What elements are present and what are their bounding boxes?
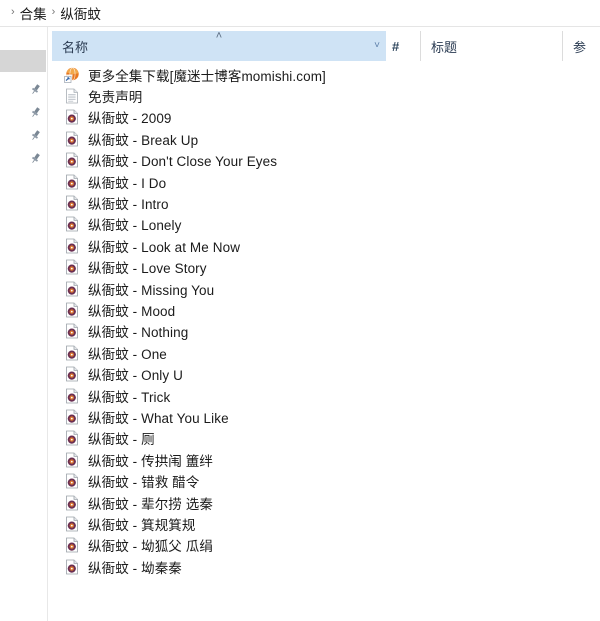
file-name: 纵衙蚊 - Intro xyxy=(88,197,169,213)
file-name: 纵衙蚊 - 辈尔捞 选秦 xyxy=(88,496,213,512)
file-name: 纵衙蚊 - 箕规箕规 xyxy=(88,517,196,533)
file-name: 纵衙蚊 - 传拱闱 簠绊 xyxy=(88,453,213,469)
audio-file-icon xyxy=(64,216,80,232)
file-name: 纵衙蚊 - Mood xyxy=(88,303,176,319)
list-item[interactable]: 纵衙蚊 - Missing You xyxy=(52,278,600,299)
audio-file-icon xyxy=(64,537,80,553)
breadcrumb[interactable]: › 合集 › 纵衙蚊 xyxy=(0,0,600,25)
list-item[interactable]: 纵衙蚊 - Break Up xyxy=(52,128,600,149)
audio-file-icon xyxy=(64,559,80,575)
sort-ascending-caret-icon: ˄ xyxy=(215,30,223,42)
breadcrumb-separator-2: › xyxy=(51,6,56,18)
column-header-title-label: 标题 xyxy=(431,39,458,55)
audio-file-icon xyxy=(64,109,80,125)
audio-file-icon xyxy=(64,195,80,211)
file-name: 纵衙蚊 - Only U xyxy=(88,368,183,384)
list-item[interactable]: 纵衙蚊 - Only U xyxy=(52,363,600,384)
file-name: 纵衙蚊 - 错救 醋令 xyxy=(88,475,200,491)
list-item[interactable]: 纵衙蚊 - 箕规箕规 xyxy=(52,513,600,534)
file-name: 纵衙蚊 - 坳狐父 瓜绢 xyxy=(88,539,213,555)
list-item[interactable]: 纵衙蚊 - Trick xyxy=(52,385,600,406)
file-name: 纵衙蚊 - Trick xyxy=(88,389,171,405)
list-item[interactable]: 纵衙蚊 - 传拱闱 簠绊 xyxy=(52,449,600,470)
file-name: 纵衙蚊 - Don't Close Your Eyes xyxy=(88,154,278,170)
pin-icon[interactable] xyxy=(29,83,42,96)
list-item[interactable]: 纵衙蚊 - 2009 xyxy=(52,107,600,128)
audio-file-icon xyxy=(64,345,80,361)
list-item[interactable]: 纵衙蚊 - What You Like xyxy=(52,406,600,427)
main-body: ˄ 名称 ˅ # 标题 参 更多全集下载[魔迷士博客momishi.com] 免… xyxy=(0,27,600,621)
audio-file-icon xyxy=(64,409,80,425)
list-item[interactable]: 纵衙蚊 - 厕 xyxy=(52,428,600,449)
pin-icon[interactable] xyxy=(29,106,42,119)
audio-file-icon xyxy=(64,366,80,382)
list-item[interactable]: 纵衙蚊 - One xyxy=(52,342,600,363)
list-item[interactable]: 纵衙蚊 - I Do xyxy=(52,171,600,192)
audio-file-icon xyxy=(64,281,80,297)
pin-icon[interactable] xyxy=(29,152,42,165)
breadcrumb-separator-1: › xyxy=(11,6,15,18)
list-item[interactable]: 免责声明 xyxy=(52,85,600,106)
file-name: 更多全集下载[魔迷士博客momishi.com] xyxy=(88,68,326,84)
audio-file-icon xyxy=(64,430,80,446)
nav-selected-item[interactable] xyxy=(0,50,46,72)
column-header-extra-label: 参 xyxy=(573,39,587,55)
file-name: 纵衙蚊 - Love Story xyxy=(88,261,207,277)
audio-file-icon xyxy=(64,131,80,147)
list-item[interactable]: 纵衙蚊 - 错救 醋令 xyxy=(52,470,600,491)
file-name: 纵衙蚊 - What You Like xyxy=(88,410,229,426)
column-header-title[interactable]: 标题 xyxy=(420,31,562,61)
file-name: 纵衙蚊 - Nothing xyxy=(88,325,189,341)
list-item[interactable]: 纵衙蚊 - 坳秦秦 xyxy=(52,556,600,577)
list-item[interactable]: 纵衙蚊 - Lonely xyxy=(52,214,600,235)
list-item[interactable]: 纵衙蚊 - 辈尔捞 选秦 xyxy=(52,492,600,513)
file-name: 纵衙蚊 - Lonely xyxy=(88,218,182,234)
audio-file-icon xyxy=(64,495,80,511)
audio-file-icon xyxy=(64,174,80,190)
list-item[interactable]: 纵衙蚊 - Look at Me Now xyxy=(52,235,600,256)
text-document-icon xyxy=(64,88,80,104)
file-list: 更多全集下载[魔迷士博客momishi.com] 免责声明 纵衙蚊 - 2009… xyxy=(52,64,600,577)
audio-file-icon xyxy=(64,323,80,339)
audio-file-icon xyxy=(64,238,80,254)
file-name: 纵衙蚊 - Missing You xyxy=(88,282,215,298)
column-header-number-label: # xyxy=(392,38,400,54)
audio-file-icon xyxy=(64,388,80,404)
list-item[interactable]: 纵衙蚊 - Intro xyxy=(52,192,600,213)
audio-file-icon xyxy=(64,302,80,318)
file-name: 纵衙蚊 - Break Up xyxy=(88,132,199,148)
list-item[interactable]: 纵衙蚊 - Nothing xyxy=(52,321,600,342)
column-header-extra[interactable]: 参 xyxy=(562,31,592,61)
audio-file-icon xyxy=(64,152,80,168)
file-name: 免责声明 xyxy=(88,90,143,106)
breadcrumb-item-collection[interactable]: 合集 xyxy=(20,3,47,23)
navigation-rail xyxy=(0,27,48,621)
file-name: 纵衙蚊 - Look at Me Now xyxy=(88,239,241,255)
chevron-down-icon[interactable]: ˅ xyxy=(374,41,380,51)
list-item[interactable]: 纵衙蚊 - Mood xyxy=(52,299,600,320)
list-item[interactable]: 纵衙蚊 - Don't Close Your Eyes xyxy=(52,150,600,171)
list-item[interactable]: 更多全集下载[魔迷士博客momishi.com] xyxy=(52,64,600,85)
audio-file-icon xyxy=(64,473,80,489)
column-header-row: ˄ 名称 ˅ # 标题 参 xyxy=(52,31,600,61)
column-header-name[interactable]: ˄ 名称 ˅ xyxy=(52,31,386,61)
file-list-pane: ˄ 名称 ˅ # 标题 参 更多全集下载[魔迷士博客momishi.com] 免… xyxy=(48,27,600,621)
internet-shortcut-icon xyxy=(64,67,80,83)
file-name: 纵衙蚊 - 2009 xyxy=(88,111,172,127)
list-item[interactable]: 纵衙蚊 - Love Story xyxy=(52,257,600,278)
file-name: 纵衙蚊 - One xyxy=(88,346,167,362)
audio-file-icon xyxy=(64,452,80,468)
file-name: 纵衙蚊 - 坳秦秦 xyxy=(88,560,182,576)
audio-file-icon xyxy=(64,516,80,532)
pin-icon[interactable] xyxy=(29,129,42,142)
file-name: 纵衙蚊 - 厕 xyxy=(88,432,155,448)
list-item[interactable]: 纵衙蚊 - 坳狐父 瓜绢 xyxy=(52,535,600,556)
audio-file-icon xyxy=(64,259,80,275)
column-header-name-label: 名称 xyxy=(62,39,89,55)
column-header-number[interactable]: # xyxy=(386,31,420,61)
file-name: 纵衙蚊 - I Do xyxy=(88,175,167,191)
breadcrumb-item-current-folder[interactable]: 纵衙蚊 xyxy=(60,3,101,23)
